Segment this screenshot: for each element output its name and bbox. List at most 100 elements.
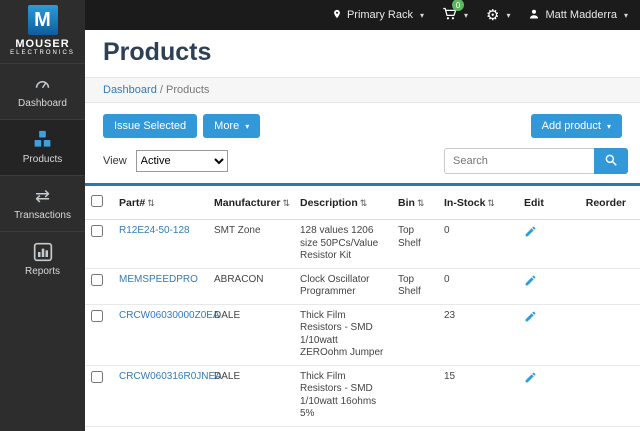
chevron-down-icon: ▾ (245, 122, 249, 131)
main-content: Products Dashboard / Products Issue Sele… (85, 30, 640, 431)
topbar: Primary Rack ▾ 0 ▾ ⚙ ▾ Matt Madderra ▾ (0, 0, 640, 30)
col-header-description[interactable]: Description⇅ (294, 186, 392, 220)
instock-cell: 23 (438, 304, 518, 365)
add-product-label: Add product (542, 120, 601, 132)
sidebar: M MOUSER ELECTRONICS Dashboard Products … (0, 0, 85, 431)
products-table: Part#⇅ Manufacturer⇅ Description⇅ Bin⇅ I… (85, 186, 640, 431)
description-cell: Thick Film Resistors - SMD 1/10watt ZERO… (294, 304, 392, 365)
table-row: MEMSPEEDPRO ABRACON Clock Oscillator Pro… (85, 268, 640, 304)
chevron-down-icon: ▾ (464, 11, 468, 20)
location-pin-icon (332, 8, 342, 23)
chevron-down-icon: ▾ (506, 11, 510, 20)
issue-selected-button[interactable]: Issue Selected (103, 114, 197, 138)
location-label: Primary Rack (347, 9, 413, 21)
reorder-cell (576, 365, 640, 426)
breadcrumb-current: Products (166, 84, 209, 96)
breadcrumb: Dashboard / Products (85, 77, 640, 103)
products-cubes-icon (32, 130, 53, 150)
instock-cell: 0 (438, 268, 518, 304)
cart-menu[interactable]: 0 ▾ (442, 6, 468, 24)
col-header-edit: Edit (518, 186, 576, 220)
sidebar-item-transactions[interactable]: ⇄ Transactions (0, 175, 85, 231)
view-label: View (103, 155, 127, 167)
sidebar-item-label: Transactions (14, 210, 71, 221)
chevron-down-icon: ▾ (624, 11, 628, 20)
manufacturer-cell: DALE (208, 365, 294, 426)
logo-title: MOUSER (0, 38, 85, 50)
table-row: CRCW06030000Z0EA DALE Thick Film Resisto… (85, 304, 640, 365)
sidebar-nav: Dashboard Products ⇄ Transactions Report… (0, 63, 85, 287)
edit-pencil-icon[interactable] (524, 310, 537, 328)
manufacturer-cell: DALE (208, 304, 294, 365)
manufacturer-cell: ABRACON (208, 268, 294, 304)
bin-cell: Top Shelf (392, 268, 438, 304)
mouser-logo[interactable]: M MOUSER ELECTRONICS (0, 0, 85, 63)
row-checkbox[interactable] (91, 225, 103, 237)
view-select[interactable]: Active (136, 150, 228, 172)
edit-pencil-icon[interactable] (524, 225, 537, 243)
description-cell: Thick Film Resistors - SMD 1/10watt 16oh… (294, 365, 392, 426)
sort-icon: ⇅ (147, 198, 155, 208)
transfer-arrows-icon: ⇄ (35, 186, 50, 206)
mouser-monogram: M (28, 5, 58, 35)
add-product-button[interactable]: Add product ▾ (531, 114, 622, 138)
sidebar-item-label: Dashboard (18, 98, 67, 109)
breadcrumb-dashboard-link[interactable]: Dashboard (103, 84, 157, 96)
gauge-icon (32, 74, 53, 94)
settings-menu[interactable]: ⚙ ▾ (486, 8, 510, 23)
reorder-cell (576, 426, 640, 431)
instock-cell: 25 (438, 426, 518, 431)
description-cell: Clock Oscillator Programmer (294, 268, 392, 304)
bin-cell: Top Shelf (392, 220, 438, 269)
sidebar-item-dashboard[interactable]: Dashboard (0, 63, 85, 119)
select-all-checkbox[interactable] (91, 195, 103, 207)
part-link[interactable]: CRCW06030000Z0EA (119, 310, 220, 321)
row-checkbox[interactable] (91, 310, 103, 322)
part-link[interactable]: CRCW060316R0JNEA (119, 371, 222, 382)
search-icon (604, 153, 618, 170)
more-button[interactable]: More ▾ (203, 114, 260, 138)
chevron-down-icon: ▾ (420, 11, 424, 20)
table-row: R12E24-50-128 SMT Zone 128 values 1206 s… (85, 220, 640, 269)
sort-icon: ⇅ (417, 198, 425, 208)
sidebar-item-label: Reports (25, 266, 60, 277)
bin-cell (392, 304, 438, 365)
manufacturer-cell: DALE (208, 426, 294, 431)
bar-chart-icon (33, 242, 53, 262)
sort-icon: ⇅ (487, 198, 495, 208)
sidebar-item-reports[interactable]: Reports (0, 231, 85, 287)
edit-pencil-icon[interactable] (524, 371, 537, 389)
edit-pencil-icon[interactable] (524, 274, 537, 292)
description-cell: 128 values 1206 size 50PCs/Value Resisto… (294, 220, 392, 269)
sort-icon: ⇅ (283, 198, 291, 208)
search-button[interactable] (594, 148, 628, 174)
reorder-cell (576, 304, 640, 365)
col-header-manufacturer[interactable]: Manufacturer⇅ (208, 186, 294, 220)
chevron-down-icon: ▾ (607, 122, 611, 131)
sidebar-item-products[interactable]: Products (0, 119, 85, 175)
col-header-instock[interactable]: In-Stock⇅ (438, 186, 518, 220)
breadcrumb-separator: / (160, 84, 163, 96)
toolbar: Issue Selected More ▾ Add product ▾ (85, 103, 640, 146)
description-cell: Thick Film Resistors - SMD 1/10watt 3000… (294, 426, 392, 431)
search-input[interactable] (444, 148, 594, 174)
more-label: More (214, 120, 239, 132)
search-group (444, 148, 628, 174)
row-checkbox[interactable] (91, 371, 103, 383)
part-link[interactable]: R12E24-50-128 (119, 225, 190, 236)
part-link[interactable]: MEMSPEEDPRO (119, 274, 198, 285)
reorder-cell (576, 220, 640, 269)
col-header-part[interactable]: Part#⇅ (113, 186, 208, 220)
col-header-reorder: Reorder (576, 186, 640, 220)
user-menu[interactable]: Matt Madderra ▾ (528, 8, 628, 23)
sort-icon: ⇅ (360, 198, 368, 208)
col-header-bin[interactable]: Bin⇅ (392, 186, 438, 220)
manufacturer-cell: SMT Zone (208, 220, 294, 269)
cart-count-badge: 0 (452, 0, 464, 11)
issue-selected-label: Issue Selected (114, 120, 186, 132)
row-checkbox[interactable] (91, 274, 103, 286)
logo-subtitle: ELECTRONICS (0, 50, 85, 56)
products-table-wrap: Part#⇅ Manufacturer⇅ Description⇅ Bin⇅ I… (85, 183, 640, 431)
location-selector[interactable]: Primary Rack ▾ (332, 8, 424, 23)
gear-icon: ⚙ (486, 8, 499, 23)
